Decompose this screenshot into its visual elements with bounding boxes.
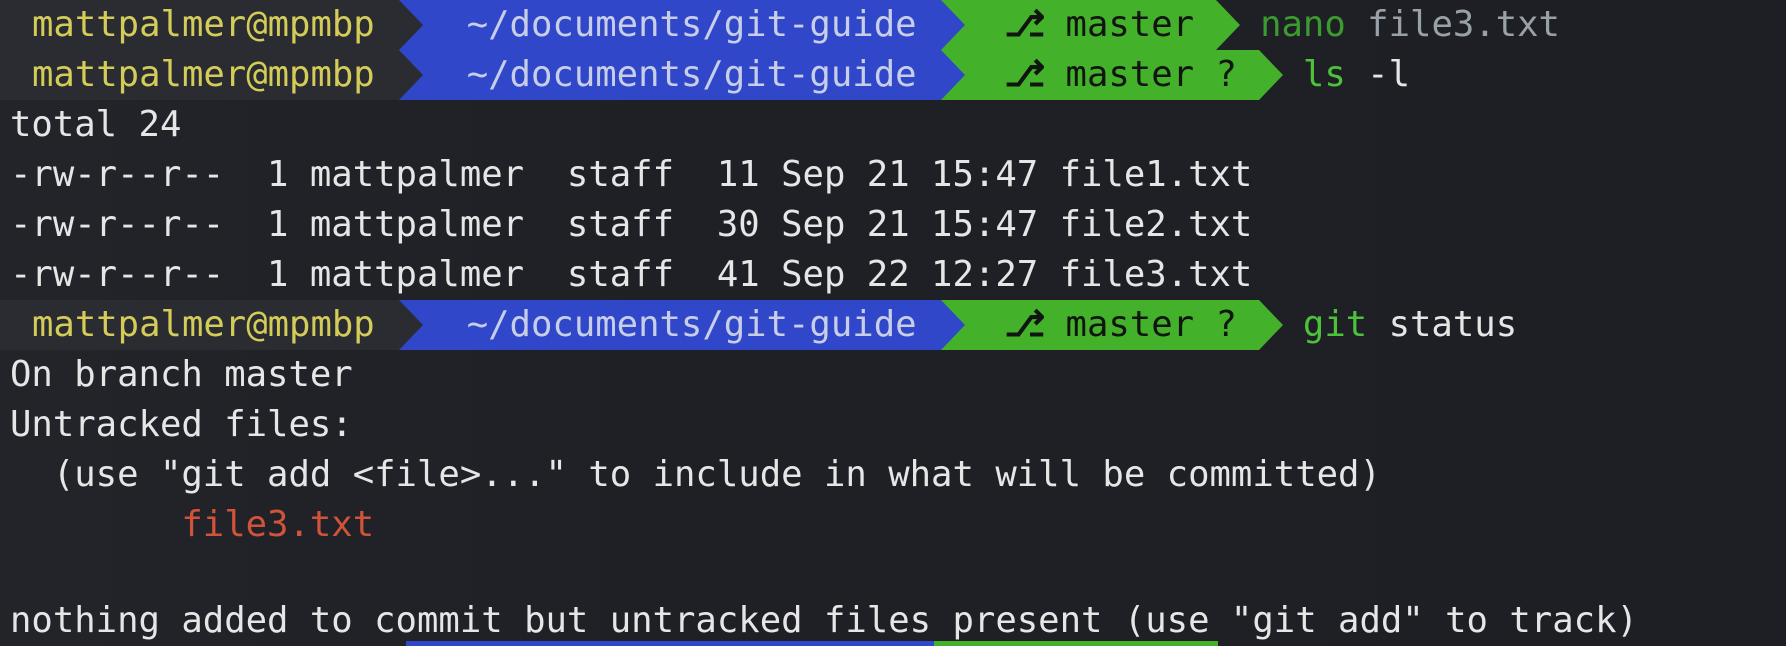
prompt-separator [1258,300,1283,350]
prompt-separator [940,300,965,350]
prompt-branch: ⎇ master [964,0,1217,50]
git-branch-icon: ⎇ [1004,304,1046,345]
prompt-separator [398,0,423,50]
prompt-directory: ~/documents/git-guide [422,50,941,100]
prompt-directory: ~/documents/git-guide [422,300,941,350]
command-name: nano [1260,4,1346,45]
prompt-branch: ⎇ master ? [964,50,1259,100]
prompt-line-1: mattpalmer@mpmbp ~/documents/git-guide ⎇… [0,0,1560,50]
prompt-user-host: mattpalmer@mpmbp [0,50,399,100]
prompt-separator [940,0,965,50]
git-branch-icon: ⎇ [1004,54,1046,95]
command-name: git [1302,304,1368,345]
prompt-directory: ~/documents/git-guide [422,0,941,50]
git-status-untracked-header: Untracked files: [10,404,353,445]
ls-row: -rw-r--r-- 1 mattpalmer staff 41 Sep 22 … [10,254,1253,295]
git-status-branch: On branch master [10,354,353,395]
prompt-separator [1216,0,1241,50]
ls-total: total 24 [10,104,182,145]
git-status-hint: (use "git add <file>..." to include in w… [10,454,1381,495]
git-status-summary: nothing added to commit but untracked fi… [10,600,1638,641]
prompt-user-host: mattpalmer@mpmbp [0,300,399,350]
command-name: ls [1302,54,1346,95]
prompt-line-2: mattpalmer@mpmbp ~/documents/git-guide ⎇… [0,50,1410,100]
prompt-separator [940,50,965,100]
command-args: status [1367,304,1518,345]
prompt-separator [398,300,423,350]
prompt-branch: ⎇ master ? [964,300,1259,350]
git-branch-icon: ⎇ [1004,4,1046,45]
command-line-1: nano file3.txt [1240,0,1560,50]
command-line-2: ls -l [1283,50,1410,100]
prompt-separator [398,50,423,100]
command-args: -l [1345,54,1411,95]
untracked-file: file3.txt [10,504,375,545]
terminal-window[interactable]: mattpalmer@mpmbp ~/documents/git-guide ⎇… [0,0,1786,646]
next-prompt-branch-edge [934,641,1218,646]
ls-row: -rw-r--r-- 1 mattpalmer staff 11 Sep 21 … [10,154,1253,195]
prompt-separator [1258,50,1283,100]
prompt-user-host: mattpalmer@mpmbp [0,0,399,50]
next-prompt-directory-edge [406,641,934,646]
command-line-3: git status [1283,300,1517,350]
command-args: file3.txt [1345,4,1560,45]
ls-row: -rw-r--r-- 1 mattpalmer staff 30 Sep 21 … [10,204,1253,245]
prompt-line-3: mattpalmer@mpmbp ~/documents/git-guide ⎇… [0,300,1517,350]
